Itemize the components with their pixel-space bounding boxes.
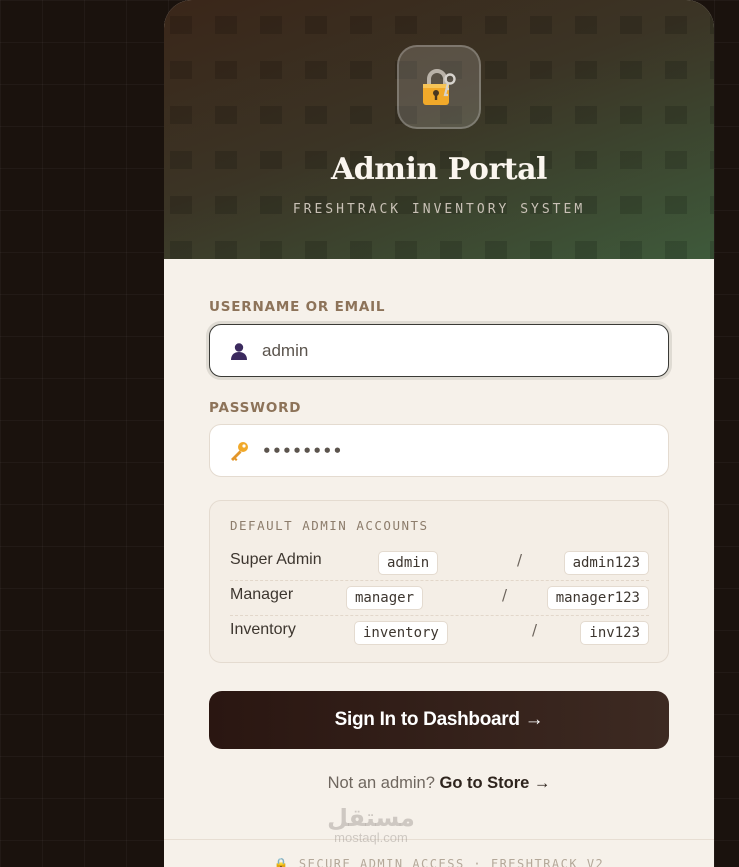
username-value: admin xyxy=(262,340,309,360)
account-username: manager xyxy=(346,586,424,610)
page-subtitle: FRESHTRACK INVENTORY SYSTEM xyxy=(292,202,586,217)
username-label: USERNAME OR EMAIL xyxy=(209,299,386,315)
password-field[interactable]: •••••••• xyxy=(209,424,669,477)
login-header: Admin Portal FRESHTRACK INVENTORY SYSTEM xyxy=(164,0,714,259)
page-title: Admin Portal xyxy=(331,152,547,187)
header-pattern xyxy=(164,0,714,259)
account-role: Inventory xyxy=(230,621,296,638)
account-password: inv123 xyxy=(580,621,649,645)
go-to-store-link[interactable]: Go to Store → xyxy=(440,774,551,792)
account-row-inventory: Inventory inventory / inv123 xyxy=(230,617,649,651)
account-row-super-admin: Super Admin admin / admin123 xyxy=(230,547,649,581)
credential-separator: / xyxy=(517,551,523,569)
account-role: Manager xyxy=(230,586,294,603)
footer-text: 🔒 SECURE ADMIN ACCESS · FRESHTRACK V2 xyxy=(273,857,605,867)
default-accounts-panel: DEFAULT ADMIN ACCOUNTS Super Admin admin… xyxy=(209,500,669,663)
store-prompt: Not an admin? xyxy=(327,774,435,792)
accounts-title: DEFAULT ADMIN ACCOUNTS xyxy=(230,518,429,533)
account-username: inventory xyxy=(354,621,448,645)
lock-with-key-icon xyxy=(397,45,481,129)
user-icon xyxy=(228,340,250,362)
login-card: Admin Portal FRESHTRACK INVENTORY SYSTEM… xyxy=(164,0,714,867)
password-label: PASSWORD xyxy=(209,400,302,416)
password-value: •••••••• xyxy=(262,441,343,460)
account-row-manager: Manager manager / manager123 xyxy=(230,582,649,616)
credential-separator: / xyxy=(502,586,508,604)
footer-divider xyxy=(164,839,714,840)
username-field[interactable]: admin xyxy=(209,324,669,377)
store-link-row: Not an admin? Go to Store → xyxy=(164,774,714,793)
credential-separator: / xyxy=(532,621,538,639)
key-icon xyxy=(228,440,250,462)
account-username: admin xyxy=(378,551,439,575)
account-password: manager123 xyxy=(546,586,649,610)
sign-in-button[interactable]: Sign In to Dashboard → xyxy=(209,691,669,749)
account-password: admin123 xyxy=(563,551,649,575)
account-role: Super Admin xyxy=(230,551,322,568)
